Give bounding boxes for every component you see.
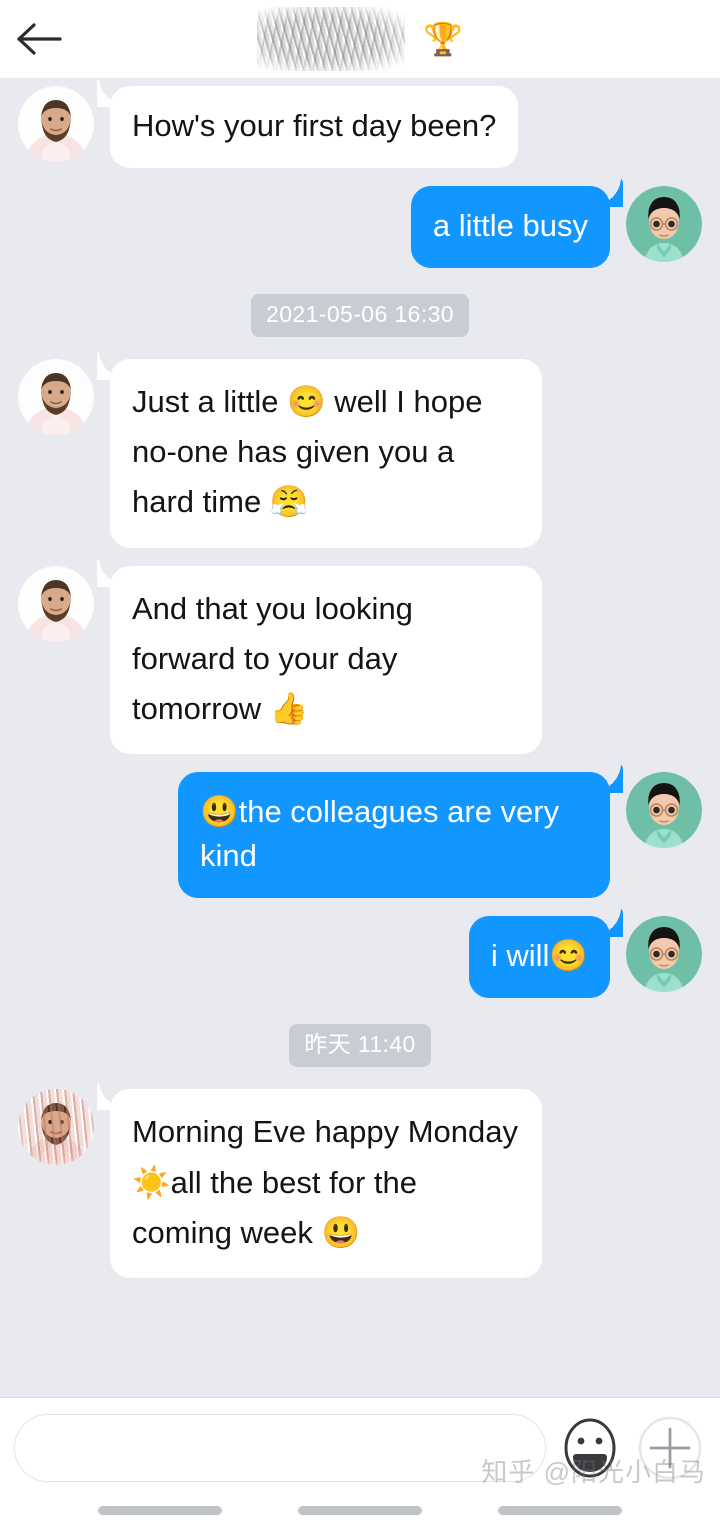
user-avatar[interactable] [626,186,702,263]
arrow-left-icon [16,21,62,57]
contact-avatar[interactable] [18,86,94,162]
message-row: a little busy [0,186,720,269]
chat-title-area: 🏆 [0,0,720,78]
emoji-button[interactable] [554,1412,626,1484]
nav-pill-recents[interactable] [98,1505,222,1515]
chat-screen: 🏆 How's your first day been? a little bus… [0,0,720,1523]
nav-pill-back[interactable] [498,1505,622,1515]
contact-name-redacted [257,7,405,71]
plus-icon [637,1415,703,1481]
back-button[interactable] [0,0,78,78]
message-row: 😃the colleagues are very kind [0,772,720,899]
timestamp-chip: 2021-05-06 16:30 [251,294,469,338]
message-input-bar: 知乎 @阳光小白马 [0,1397,720,1497]
user-avatar[interactable] [626,916,702,993]
message-input[interactable] [14,1413,546,1482]
incoming-message-bubble[interactable]: Morning Eve happy Monday ☀️all the best … [110,1089,542,1279]
outgoing-message-bubble[interactable]: i will😊 [468,916,610,999]
add-attachment-button[interactable] [634,1412,706,1484]
outgoing-message-bubble[interactable]: 😃the colleagues are very kind [178,772,610,899]
contact-avatar[interactable] [18,1089,94,1166]
user-avatar[interactable] [626,772,702,849]
contact-avatar[interactable] [18,359,94,436]
timestamp-chip: 昨天 11:40 [289,1024,431,1068]
message-row: i will😊 [0,916,720,999]
contact-avatar[interactable] [18,565,94,642]
incoming-message-bubble[interactable]: And that you looking forward to your day… [110,565,542,755]
message-row: And that you looking forward to your day… [0,565,720,755]
timestamp-divider: 昨天 11:40 [0,1024,720,1068]
nav-pill-home[interactable] [298,1505,422,1515]
outgoing-message-bubble[interactable]: a little busy [410,186,610,269]
timestamp-divider: 2021-05-06 16:30 [0,294,720,338]
trophy-icon: 🏆 [423,21,463,57]
message-list[interactable]: How's your first day been? a little busy … [0,78,720,1397]
message-row: How's your first day been? [0,86,720,169]
message-row: Just a little 😊 well I hope no-one has g… [0,359,720,548]
emoji-face-icon [560,1416,620,1480]
incoming-message-bubble[interactable]: Just a little 😊 well I hope no-one has g… [110,359,542,548]
chat-header: 🏆 [0,0,720,78]
incoming-message-bubble[interactable]: How's your first day been? [110,86,519,169]
system-nav-bar [0,1497,720,1523]
message-row: Morning Eve happy Monday ☀️all the best … [0,1089,720,1279]
